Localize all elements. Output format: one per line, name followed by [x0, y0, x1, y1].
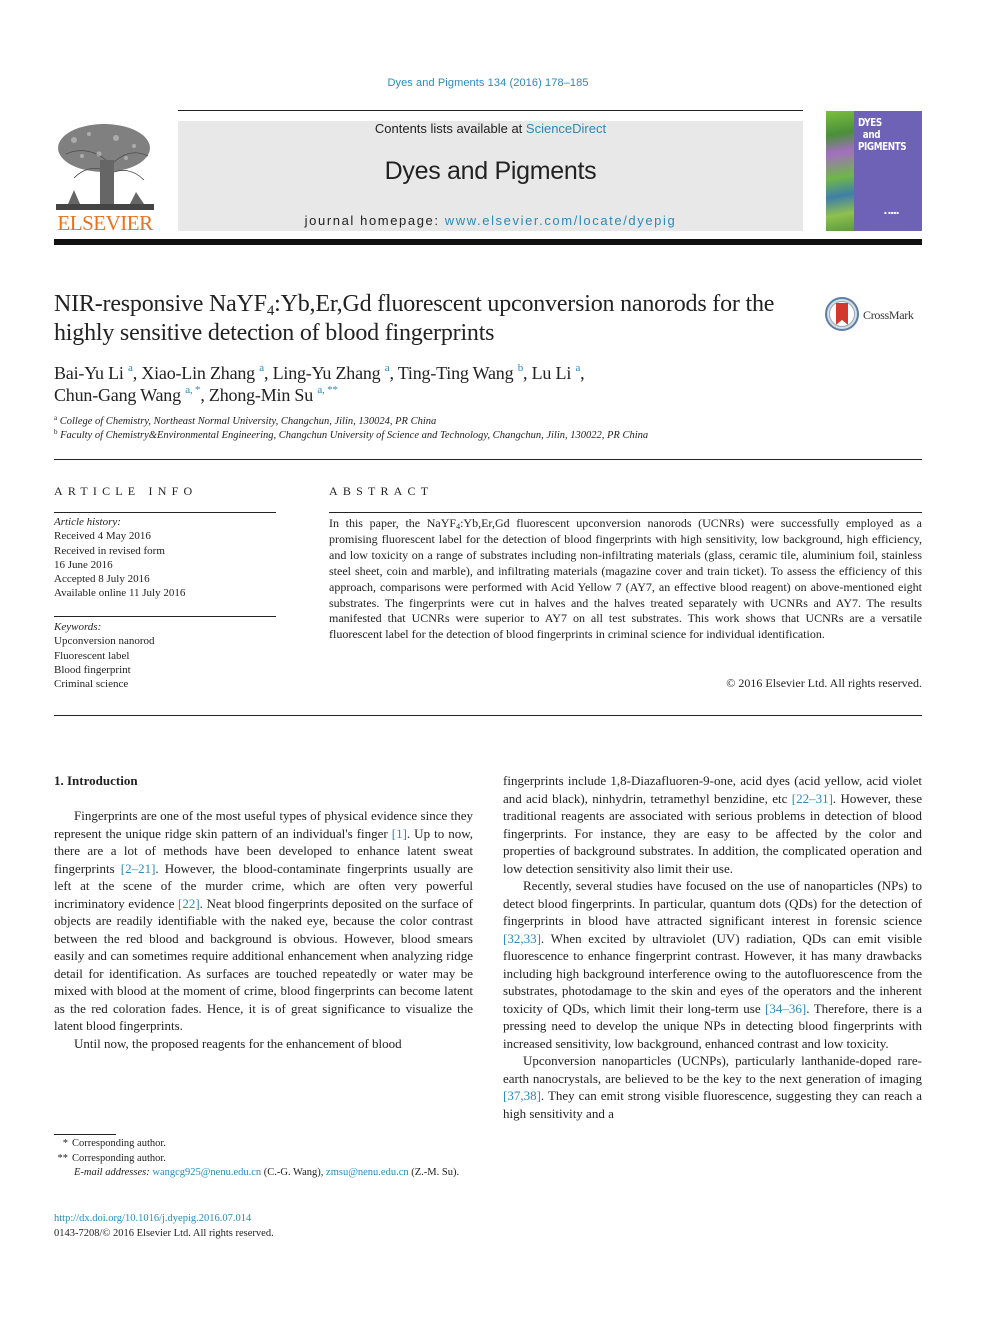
cover-title-line: PIGMENTS	[858, 140, 907, 153]
header-rule	[178, 110, 803, 111]
journal-homepage: journal homepage: www.elsevier.com/locat…	[178, 213, 803, 228]
article-info-heading: ARTICLE INFO	[54, 484, 198, 498]
citation-link[interactable]: [32,33]	[503, 931, 541, 946]
footnote-corresponding: ** Corresponding author.	[57, 1152, 166, 1164]
affiliation-item: a College of Chemistry, Northeast Normal…	[54, 414, 437, 428]
cover-title: DYES and PIGMENTS	[858, 117, 922, 153]
keyword-item: Fluorescent label	[54, 649, 130, 662]
history-item: 16 June 2016	[54, 558, 113, 571]
contents-availability: Contents lists available at ScienceDirec…	[178, 121, 803, 136]
divider	[54, 459, 922, 460]
body-paragraph: Recently, several studies have focused o…	[503, 878, 922, 1051]
cover-publisher-mark: ▪ ▪▪▪▪	[884, 210, 899, 215]
abstract-text: In this paper, the NaYF4:Yb,Er,Gd fluore…	[329, 516, 923, 642]
journal-citation[interactable]: Dyes and Pigments 134 (2016) 178–185	[0, 77, 976, 89]
divider	[54, 616, 276, 617]
citation-link[interactable]: [2–21]	[121, 861, 156, 876]
citation-link[interactable]: [22–31]	[792, 791, 833, 806]
article-title: NIR-responsive NaYF4:Yb,Er,Gd fluorescen…	[54, 290, 814, 348]
contents-prefix: Contents lists available at	[374, 121, 526, 136]
author[interactable]: Zhong-Min Su a, **	[209, 384, 338, 406]
footnotes: * Corresponding author. ** Corresponding a…	[54, 1137, 473, 1181]
author[interactable]: Ling-Yu Zhang a	[273, 363, 390, 384]
author-list: Bai-Yu Li a, Xiao-Lin Zhang a, Ling-Yu Z…	[54, 362, 585, 406]
crossmark-button[interactable]: CrossMark	[825, 295, 925, 335]
body-paragraph: Upconversion nanoparticles (UCNPs), part…	[503, 1053, 922, 1121]
keyword-item: Upconversion nanorod	[54, 635, 155, 648]
homepage-label: journal homepage:	[304, 213, 445, 228]
affiliation-item: b Faculty of Chemistry&Environmental Eng…	[54, 428, 649, 442]
elsevier-logo[interactable]: ELSEVIER	[54, 120, 156, 235]
history-item: Accepted 8 July 2016	[54, 573, 150, 586]
history-item: Available online 11 July 2016	[54, 587, 186, 600]
doi-link[interactable]: http://dx.doi.org/10.1016/j.dyepig.2016.…	[54, 1213, 251, 1224]
homepage-link[interactable]: www.elsevier.com/locate/dyepig	[445, 213, 677, 228]
journal-name: Dyes and Pigments	[384, 157, 597, 185]
citation-link[interactable]: [37,38]	[503, 1088, 541, 1103]
citation-link[interactable]: [34–36]	[765, 1001, 806, 1016]
journal-masthead: Contents lists available at ScienceDirec…	[178, 121, 803, 231]
author-affiliation-mark[interactable]: a, **	[317, 384, 338, 396]
body-paragraph: Until now, the proposed reagents for the…	[74, 1035, 402, 1051]
doi-block: http://dx.doi.org/10.1016/j.dyepig.2016.…	[54, 1211, 274, 1241]
elsevier-wordmark: ELSEVIER	[57, 211, 153, 235]
article-history: Article history: Received 4 May 2016 Rec…	[54, 515, 276, 601]
keywords: Keywords: Upconversion nanorod Fluoresce…	[54, 620, 276, 691]
keyword-item: Criminal science	[54, 678, 129, 691]
body-column-left: Fingerprints are one of the most useful …	[54, 807, 473, 1052]
citation-link[interactable]: [1]	[392, 826, 407, 841]
cover-art-stripe	[826, 111, 854, 231]
email-link-wang[interactable]: wangcg925@nenu.edu.cn	[152, 1167, 261, 1178]
author-affiliation-mark[interactable]: a, *	[185, 384, 200, 396]
author[interactable]: Xiao-Lin Zhang a	[141, 363, 264, 384]
body-column-right: fingerprints include 1,8-Diazafluoren-9-…	[503, 772, 922, 1122]
abstract-heading: ABSTRACT	[329, 484, 434, 498]
divider	[329, 512, 922, 513]
history-item: Received 4 May 2016	[54, 530, 151, 543]
body-paragraph: fingerprints include 1,8-Diazafluoren-9-…	[503, 773, 922, 876]
header-thick-rule	[54, 239, 922, 245]
author[interactable]: Ting-Ting Wang b	[398, 363, 523, 384]
email-link-su[interactable]: zmsu@nenu.edu.cn	[326, 1167, 409, 1178]
footnote-rule	[54, 1134, 116, 1135]
title-text: NIR-responsive NaYF	[54, 291, 267, 317]
author[interactable]: Lu Li a	[532, 363, 581, 384]
divider	[54, 512, 276, 513]
history-label: Article history:	[54, 516, 121, 528]
issn-line: 0143-7208/© 2016 Elsevier Ltd. All right…	[54, 1228, 274, 1239]
footnote-corresponding: * Corresponding author.	[62, 1138, 166, 1149]
author[interactable]: Chun-Gang Wang a, *	[54, 384, 201, 406]
author[interactable]: Bai-Yu Li a	[54, 363, 133, 384]
elsevier-tree-icon	[56, 124, 154, 210]
citation-link[interactable]: [22]	[178, 896, 200, 911]
crossmark-label: CrossMark	[863, 308, 914, 322]
sciencedirect-link[interactable]: ScienceDirect	[526, 121, 606, 136]
section-heading-introduction: 1. Introduction	[54, 773, 138, 788]
divider	[54, 715, 922, 716]
body-paragraph: Fingerprints are one of the most useful …	[54, 808, 473, 1033]
keyword-item: Blood fingerprint	[54, 663, 131, 676]
affiliations: a College of Chemistry, Northeast Normal…	[54, 415, 914, 443]
keywords-label: Keywords:	[54, 621, 102, 633]
abstract-copyright: © 2016 Elsevier Ltd. All rights reserved…	[726, 676, 922, 690]
history-item: Received in revised form	[54, 544, 165, 557]
email-label: E-mail addresses:	[74, 1167, 150, 1178]
crossmark-icon	[825, 297, 859, 331]
journal-cover-image[interactable]: DYES and PIGMENTS ▪ ▪▪▪▪	[826, 111, 922, 231]
footnote-emails: E-mail addresses: wangcg925@nenu.edu.cn …	[74, 1167, 460, 1178]
